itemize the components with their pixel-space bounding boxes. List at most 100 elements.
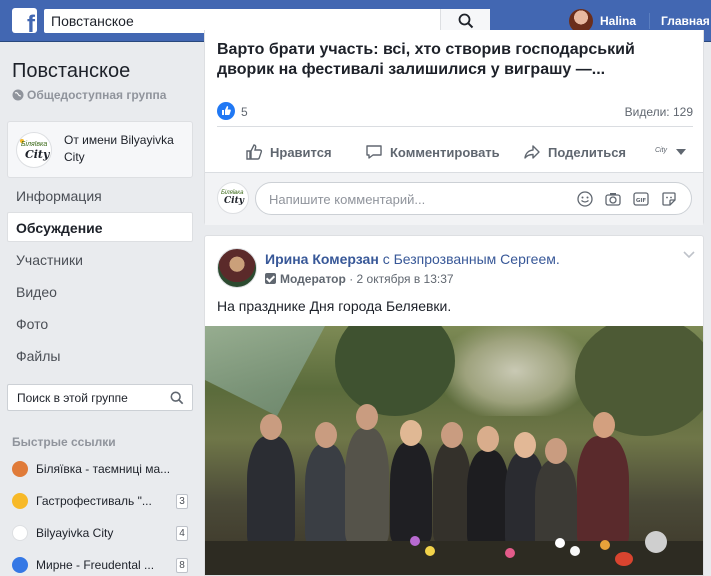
photo-head — [514, 432, 536, 458]
moderator-badge-icon — [265, 273, 276, 284]
planet-icon — [12, 461, 28, 477]
acting-as-selector[interactable]: Біляївка City От имени Bilyayivka City — [7, 121, 193, 178]
group-search-placeholder: Поиск в этой группе — [17, 391, 128, 405]
photo-person — [535, 460, 577, 550]
chevron-down-icon[interactable] — [683, 250, 695, 260]
group-type: Общедоступная группа — [12, 88, 166, 102]
photo-head — [545, 438, 567, 464]
nav-discussion[interactable]: Обсуждение — [7, 212, 193, 242]
photo-tent — [205, 326, 325, 416]
divider — [649, 13, 650, 29]
photo-person — [433, 442, 471, 542]
globe-icon — [12, 89, 24, 101]
like-count[interactable]: 5 — [241, 105, 248, 119]
photo-pot — [615, 552, 633, 566]
post-card: Ирина Комерзан с Безпрозванным Сергеем. … — [204, 235, 704, 576]
comment-composer: Біляївка City Напишите комментарий... GI… — [205, 173, 703, 225]
shortcut-item[interactable]: Мирне - Freudental ... 8 — [12, 553, 190, 576]
photo-sky — [445, 326, 585, 416]
photo-tree — [335, 326, 455, 416]
like-reaction-icon[interactable] — [217, 102, 235, 120]
photo-person — [247, 436, 295, 546]
post-timestamp[interactable]: · 2 октября в 13:37 — [349, 272, 453, 286]
comment-placeholder: Напишите комментарий... — [269, 192, 426, 207]
group-search-input[interactable]: Поиск в этой группе — [7, 384, 193, 411]
comment-input[interactable]: Напишите комментарий... GIF — [255, 182, 692, 215]
tagged-with[interactable]: с Безпрозванным Сергеем. — [383, 251, 560, 267]
page-logo-icon — [12, 525, 28, 541]
shortcut-count: 8 — [176, 558, 188, 573]
home-link[interactable]: Главная — [661, 14, 710, 28]
photo-flower — [505, 548, 515, 558]
photo-head — [315, 422, 337, 448]
photo-person — [305, 444, 347, 544]
thumbs-up-icon — [246, 144, 263, 160]
divider — [217, 126, 693, 127]
shortcut-label: Bilyayivka City — [36, 526, 114, 540]
sticker-icon[interactable] — [661, 191, 677, 207]
photo-person — [345, 428, 389, 543]
photo-flower — [410, 536, 420, 546]
photo-head — [477, 426, 499, 452]
group-type-label: Общедоступная группа — [27, 88, 167, 102]
photo-figurine — [645, 531, 667, 553]
gif-icon[interactable]: GIF — [633, 191, 649, 207]
chevron-down-icon — [676, 149, 686, 155]
photo-flower — [600, 540, 610, 550]
logo-text-bottom: City — [224, 196, 244, 206]
share-icon — [524, 145, 540, 159]
shortcut-count: 3 — [176, 494, 188, 509]
logo-text-bottom: City — [25, 148, 50, 161]
shortcut-item[interactable]: Bilyayivka City 4 — [12, 521, 190, 545]
globe-icon — [12, 557, 28, 573]
nav-info[interactable]: Информация — [7, 180, 193, 210]
photo-head — [260, 414, 282, 440]
comment-icon — [366, 145, 382, 159]
shortcut-count: 4 — [176, 526, 188, 541]
user-name: Halina — [600, 14, 637, 28]
shortcut-item[interactable]: Гастрофестиваль "... 3 — [12, 489, 190, 513]
nav-members[interactable]: Участники — [7, 244, 193, 274]
author-role: Модератор — [280, 272, 346, 286]
facebook-logo-icon[interactable]: f — [12, 8, 37, 33]
post-text: На празднике Дня города Беляевки. — [217, 298, 452, 314]
post-meta: Модератор · 2 октября в 13:37 — [265, 272, 454, 286]
share-label: Поделиться — [548, 145, 627, 160]
page-logo-mini: City — [655, 147, 668, 154]
reaction-identity-selector[interactable]: City — [655, 145, 687, 159]
post-author-line: Ирина Комерзан с Безпрозванным Сергеем. — [265, 251, 560, 267]
search-icon[interactable] — [170, 391, 184, 405]
photo-flower — [425, 546, 435, 556]
photo-flower — [555, 538, 565, 548]
photo-head — [441, 422, 463, 448]
post-title[interactable]: Варто брати участь: всі, хто створив гос… — [217, 40, 657, 80]
comment-label: Комментировать — [390, 145, 500, 160]
shortcut-label: Біляївка - таємниці ма... — [36, 462, 171, 476]
photo-head — [356, 404, 378, 430]
page-logo: Біляївка City — [16, 132, 52, 168]
svg-text:GIF: GIF — [636, 198, 647, 204]
search-icon — [458, 13, 474, 29]
view-count[interactable]: Видели: 129 — [605, 105, 693, 119]
camera-icon[interactable] — [605, 191, 621, 207]
avatar[interactable] — [217, 248, 257, 288]
photo-head — [593, 412, 615, 438]
post-photo[interactable] — [205, 326, 703, 575]
sun-icon — [12, 493, 28, 509]
avatar: Біляївка City — [217, 182, 249, 214]
shortcut-item[interactable]: Біляївка - таємниці ма... — [12, 457, 190, 481]
emoji-icon[interactable] — [577, 191, 593, 207]
logo-text-top: Біляївка — [21, 141, 48, 148]
post-card: Варто брати участь: всі, хто створив гос… — [204, 30, 704, 225]
shortcuts-title: Быстрые ссылки — [12, 435, 116, 449]
group-title[interactable]: Повстанское — [12, 60, 130, 83]
shortcut-label: Гастрофестиваль "... — [36, 494, 152, 508]
author-name[interactable]: Ирина Комерзан — [265, 251, 379, 267]
photo-person — [467, 450, 509, 545]
nav-files[interactable]: Файлы — [7, 340, 193, 370]
shortcut-label: Мирне - Freudental ... — [36, 558, 155, 572]
nav-videos[interactable]: Видео — [7, 276, 193, 306]
photo-person — [390, 442, 432, 542]
nav-photos[interactable]: Фото — [7, 308, 193, 338]
search-query: Повстанское — [51, 13, 134, 29]
